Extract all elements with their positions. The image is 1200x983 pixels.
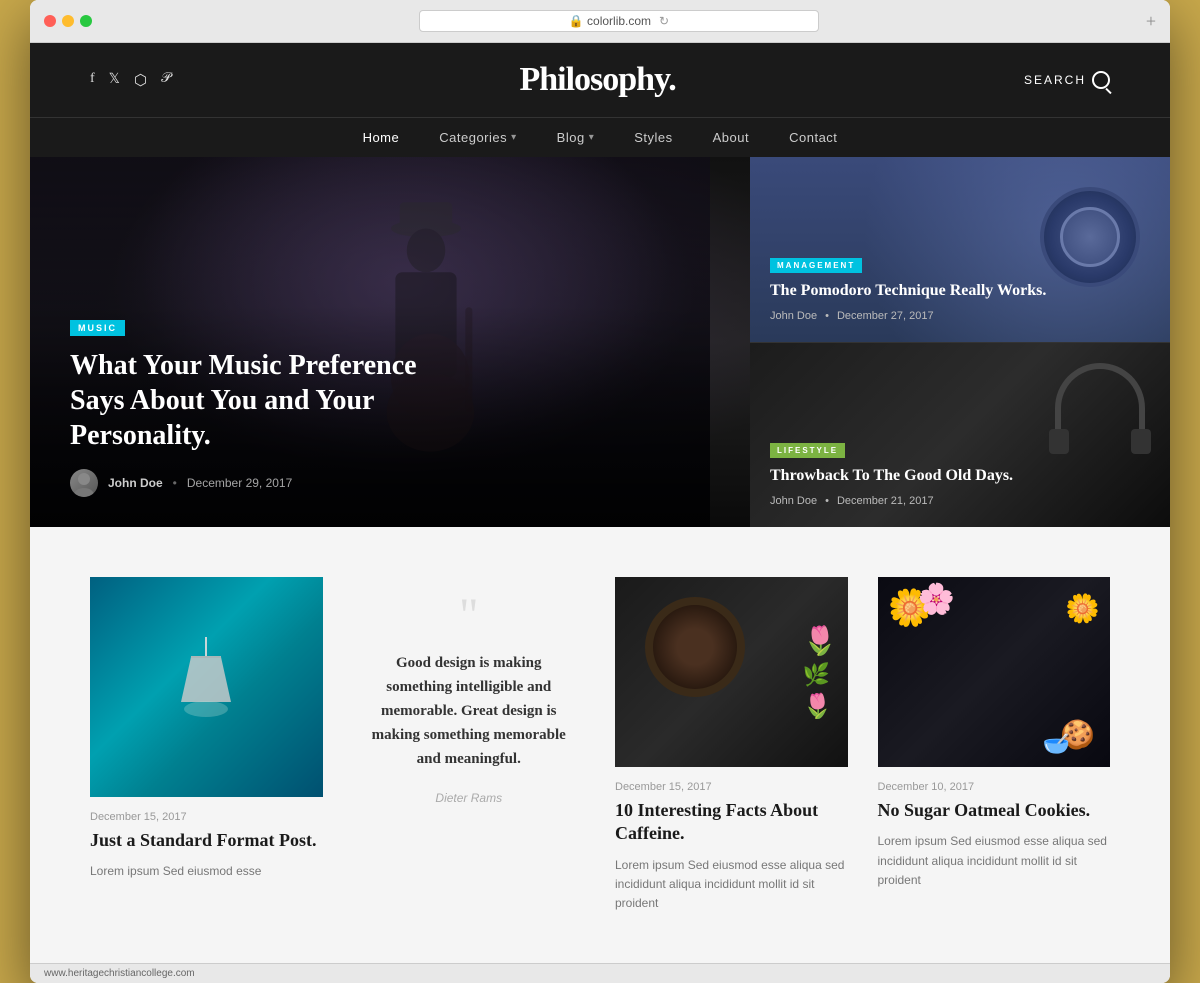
site-title: Philosophy. <box>519 61 675 99</box>
side-date-1: December 27, 2017 <box>837 310 934 322</box>
side-content-1: MANAGEMENT The Pomodoro Technique Really… <box>770 255 1150 322</box>
post-card-1[interactable]: December 15, 2017 Just a Standard Format… <box>90 577 323 882</box>
hero-main-article[interactable]: MUSIC What Your Music Preference Says Ab… <box>30 157 750 527</box>
hero-category-badge[interactable]: MUSIC <box>70 320 125 336</box>
quote-marks: " <box>459 597 479 635</box>
side-author-2: John Doe <box>770 495 817 507</box>
coffee-image: 🌷 🌿 🌷 <box>615 577 848 767</box>
minimize-button[interactable] <box>62 15 74 27</box>
hero-author-avatar <box>70 469 98 497</box>
close-button[interactable] <box>44 15 56 27</box>
side-title-1: The Pomodoro Technique Really Works. <box>770 281 1150 302</box>
side-date-2: December 21, 2017 <box>837 495 934 507</box>
new-tab-button[interactable]: + <box>1146 11 1156 32</box>
traffic-lights <box>44 15 92 27</box>
side-title-2: Throwback To The Good Old Days. <box>770 466 1150 487</box>
hero-section: MUSIC What Your Music Preference Says Ab… <box>30 157 1170 527</box>
side-article-2[interactable]: LIFESTYLE Throwback To The Good Old Days… <box>750 343 1170 528</box>
side-content-2: LIFESTYLE Throwback To The Good Old Days… <box>770 440 1150 507</box>
main-content: December 15, 2017 Just a Standard Format… <box>30 527 1170 963</box>
side-meta-1: John Doe • December 27, 2017 <box>770 310 1150 322</box>
side-category-badge-2: LIFESTYLE <box>770 443 845 458</box>
status-bar: www.heritagechristiancollege.com <box>30 963 1170 983</box>
status-url: www.heritagechristiancollege.com <box>44 968 195 979</box>
browser-window: 🔒 colorlib.com ↻ + f 𝕏 ⬡ 𝒫 Philosophy. S… <box>30 0 1170 983</box>
nav-categories[interactable]: Categories ▾ <box>439 130 516 145</box>
lamp-image <box>90 577 323 797</box>
side-category-badge-1: MANAGEMENT <box>770 258 862 273</box>
nav-styles[interactable]: Styles <box>634 130 672 145</box>
nav-about[interactable]: About <box>713 130 749 145</box>
post-title-3: No Sugar Oatmeal Cookies. <box>878 799 1111 822</box>
post-excerpt-1: Lorem ipsum Sed eiusmod esse <box>90 862 323 881</box>
side-meta-2: John Doe • December 21, 2017 <box>770 495 1150 507</box>
pinterest-icon[interactable]: 𝒫 <box>161 71 171 90</box>
post-title-2: 10 Interesting Facts About Caffeine. <box>615 799 848 846</box>
post-card-3[interactable]: 🌼 🌸 🌼 🍪 🥣 December 10, 2017 No Sugar Oat… <box>878 577 1111 890</box>
reload-icon[interactable]: ↻ <box>659 14 669 28</box>
social-icons: f 𝕏 ⬡ 𝒫 <box>90 71 171 90</box>
quote-author: Dieter Rams <box>435 791 502 805</box>
posts-grid: December 15, 2017 Just a Standard Format… <box>90 577 1110 913</box>
twitter-icon[interactable]: 𝕏 <box>109 71 120 90</box>
hero-sidebar: MANAGEMENT The Pomodoro Technique Really… <box>750 157 1170 527</box>
post-date-3: December 10, 2017 <box>878 781 1111 793</box>
lock-icon: 🔒 <box>569 14 584 28</box>
post-excerpt-3: Lorem ipsum Sed eiusmod esse aliqua sed … <box>878 832 1111 890</box>
facebook-icon[interactable]: f <box>90 71 95 90</box>
chevron-down-icon: ▾ <box>511 132 517 143</box>
nav-contact[interactable]: Contact <box>789 130 837 145</box>
hero-title: What Your Music Preference Says About Yo… <box>70 348 470 453</box>
post-card-2[interactable]: 🌷 🌿 🌷 December 15, 2017 10 Interesting F… <box>615 577 848 913</box>
browser-chrome: 🔒 colorlib.com ↻ + <box>30 0 1170 43</box>
search-icon <box>1092 71 1110 89</box>
instagram-icon[interactable]: ⬡ <box>134 71 147 90</box>
post-title-1: Just a Standard Format Post. <box>90 829 323 852</box>
post-card-quote: " Good design is making something intell… <box>353 577 586 825</box>
search-label: SEARCH <box>1024 73 1086 87</box>
hero-author: John Doe <box>108 476 163 490</box>
quote-text: Good design is making something intellig… <box>363 651 576 771</box>
post-excerpt-2: Lorem ipsum Sed eiusmod esse aliqua sed … <box>615 856 848 914</box>
nav-home[interactable]: Home <box>363 130 400 145</box>
lamp-icon <box>166 637 246 737</box>
side-article-1[interactable]: MANAGEMENT The Pomodoro Technique Really… <box>750 157 1170 343</box>
flowers-image: 🌼 🌸 🌼 🍪 🥣 <box>878 577 1111 767</box>
hero-date: December 29, 2017 <box>187 476 292 490</box>
post-date-1: December 15, 2017 <box>90 811 323 823</box>
hero-content: MUSIC What Your Music Preference Says Ab… <box>70 318 710 497</box>
side-author-1: John Doe <box>770 310 817 322</box>
nav-blog[interactable]: Blog ▾ <box>557 130 595 145</box>
chevron-down-icon: ▾ <box>589 132 595 143</box>
maximize-button[interactable] <box>80 15 92 27</box>
hero-meta: John Doe • December 29, 2017 <box>70 469 710 497</box>
address-bar[interactable]: 🔒 colorlib.com ↻ <box>419 10 819 32</box>
site-nav: Home Categories ▾ Blog ▾ Styles About Co… <box>30 117 1170 157</box>
url-text: colorlib.com <box>587 14 651 28</box>
site-header: f 𝕏 ⬡ 𝒫 Philosophy. SEARCH <box>30 43 1170 117</box>
search-button[interactable]: SEARCH <box>1024 71 1110 89</box>
post-date-2: December 15, 2017 <box>615 781 848 793</box>
